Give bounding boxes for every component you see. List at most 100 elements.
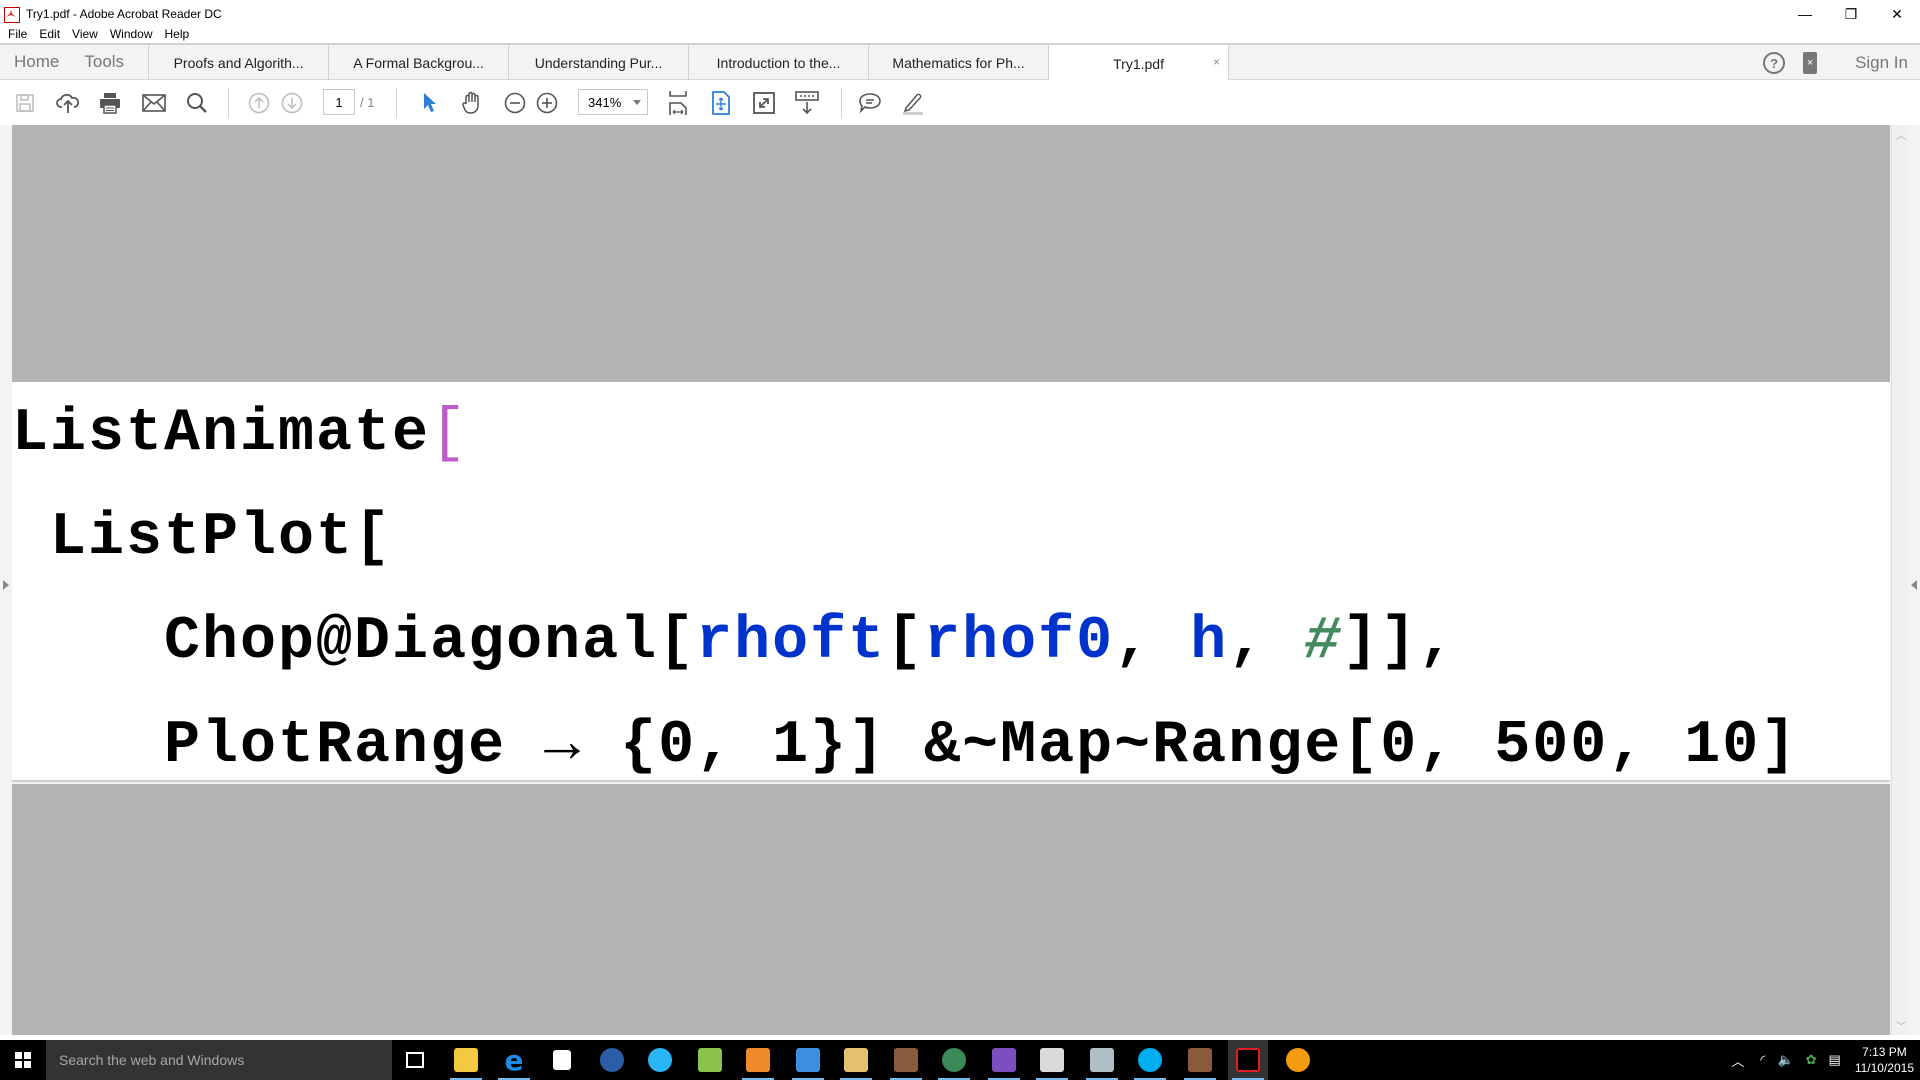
minimize-button[interactable]: — <box>1782 0 1828 28</box>
zoom-in-icon[interactable] <box>534 80 560 125</box>
scroll-mode-icon[interactable] <box>794 80 820 125</box>
tab-mathematics[interactable]: Mathematics for Ph... <box>869 45 1050 81</box>
acrobat-app-icon <box>4 7 20 23</box>
tab-label: Try1.pdf <box>1113 55 1164 72</box>
code-token: rhof0 <box>924 608 1115 676</box>
page-margin-bottom <box>12 784 1890 1035</box>
restore-button[interactable]: ❐ <box>1828 0 1874 28</box>
code-line-4: PlotRange → {0, 1}] &~Map~Range[0, 500, … <box>12 712 1798 780</box>
scroll-up-icon[interactable]: ︿ <box>1896 127 1906 142</box>
search-icon[interactable] <box>183 80 211 125</box>
control-panel-icon[interactable] <box>788 1040 828 1080</box>
code-token: ]], <box>1342 608 1457 676</box>
comment-icon[interactable] <box>857 80 883 125</box>
print-icon[interactable] <box>96 80 124 125</box>
page-number-input[interactable]: 1 <box>323 89 355 115</box>
tab-proofs-and-algorithms[interactable]: Proofs and Algorith... <box>149 45 330 81</box>
wifi-icon[interactable]: ◜ <box>1760 1052 1765 1068</box>
full-screen-icon[interactable] <box>751 80 777 125</box>
scroll-down-icon[interactable]: ﹀ <box>1896 1018 1906 1033</box>
left-panel-expand-icon[interactable] <box>3 580 9 590</box>
code-token: PlotRange → {0, 1}] &~Map~Range[0, 500, … <box>12 712 1799 780</box>
game-icon[interactable] <box>886 1040 926 1080</box>
hand-tool-icon[interactable] <box>459 80 485 125</box>
save-icon[interactable] <box>12 80 38 125</box>
mail-folder-icon[interactable] <box>836 1040 876 1080</box>
hp-icon[interactable] <box>592 1040 632 1080</box>
close-window-button[interactable]: ✕ <box>1874 0 1920 28</box>
tab-understanding[interactable]: Understanding Pur... <box>509 45 690 81</box>
code-token: ListPlot[ <box>12 504 393 572</box>
upload-cloud-icon[interactable] <box>54 80 82 125</box>
toolbar-divider <box>228 88 229 118</box>
skype-icon[interactable] <box>1130 1040 1170 1080</box>
task-view-icon[interactable] <box>406 1052 424 1068</box>
document-tabs: Proofs and Algorith... A Formal Backgrou… <box>148 45 1230 82</box>
notepad-plus-icon[interactable] <box>984 1040 1024 1080</box>
help-icon[interactable]: ? <box>1763 52 1786 74</box>
email-icon[interactable] <box>140 80 168 125</box>
blue-orb-app-icon[interactable] <box>640 1040 680 1080</box>
code-token: , <box>1114 608 1191 676</box>
nav-tools[interactable]: Tools <box>59 45 124 79</box>
zoom-level-dropdown[interactable]: 341% <box>578 89 648 115</box>
document-viewport[interactable]: ListAnimate[ ListPlot[ Chop@Diagonal[rho… <box>0 125 1920 1035</box>
paint-tool-icon[interactable] <box>1032 1040 1072 1080</box>
fit-width-icon[interactable] <box>666 80 690 125</box>
code-line-2: ListPlot[ <box>12 504 392 572</box>
page-total: / 1 <box>360 95 375 110</box>
nav-home[interactable]: Home <box>0 45 59 79</box>
acrobat-reader-icon[interactable] <box>1228 1040 1268 1080</box>
code-token: rhoft <box>696 608 887 676</box>
right-panel-expand-icon[interactable] <box>1911 580 1917 590</box>
game-2-icon[interactable] <box>1180 1040 1220 1080</box>
next-page-icon[interactable] <box>280 80 304 125</box>
title-bar: Try1.pdf - Adobe Acrobat Reader DC — ❐ ✕ <box>0 0 1920 28</box>
sign-in-button[interactable]: Sign In <box>1855 53 1908 73</box>
start-button[interactable] <box>0 1040 46 1080</box>
tab-bar: Home Tools Proofs and Algorith... A Form… <box>0 43 1920 82</box>
action-center-icon[interactable]: ▤ <box>1829 1052 1841 1068</box>
tab-introduction[interactable]: Introduction to the... <box>689 45 870 81</box>
media-player-icon[interactable] <box>738 1040 778 1080</box>
vertical-scrollbar[interactable]: ︿ ﹀ <box>1891 125 1908 1035</box>
greenfoot-icon[interactable] <box>934 1040 974 1080</box>
highlight-icon[interactable] <box>900 80 926 125</box>
select-cursor-icon[interactable] <box>418 80 442 125</box>
taskbar-search[interactable]: Search the web and Windows <box>46 1040 392 1080</box>
fit-page-icon[interactable] <box>709 80 733 125</box>
file-explorer-icon[interactable] <box>446 1040 486 1080</box>
windows-logo-icon <box>15 1052 31 1068</box>
menu-view[interactable]: View <box>72 27 98 41</box>
tab-formal-background[interactable]: A Formal Backgrou... <box>329 45 510 81</box>
zoom-out-icon[interactable] <box>502 80 528 125</box>
menu-bar: File Edit View Window Help <box>0 24 201 44</box>
mobile-link-icon[interactable]: × <box>1803 52 1818 74</box>
clock-time: 7:13 PM <box>1862 1045 1907 1059</box>
chevron-up-icon[interactable]: ︿ <box>1731 1051 1744 1070</box>
chevron-down-icon <box>633 100 641 105</box>
clock-date: 11/10/2015 <box>1854 1061 1914 1075</box>
menu-edit[interactable]: Edit <box>39 27 60 41</box>
volume-icon[interactable]: 🔈 <box>1777 1052 1793 1068</box>
dropbox-icon[interactable]: ✿ <box>1806 1052 1817 1068</box>
close-tab-icon[interactable]: × <box>1213 55 1220 69</box>
window-title: Try1.pdf - Adobe Acrobat Reader DC <box>26 7 222 21</box>
code-token: h <box>1190 608 1229 676</box>
menu-window[interactable]: Window <box>110 27 153 41</box>
app-green-icon[interactable] <box>690 1040 730 1080</box>
code-token: # <box>1304 608 1343 676</box>
tab-try1-pdf[interactable]: Try1.pdf × <box>1049 45 1230 82</box>
prev-page-icon[interactable] <box>247 80 271 125</box>
edge-icon[interactable]: e <box>494 1040 534 1080</box>
code-line-3: Chop@Diagonal[rhoft[rhof0, h, #]], <box>12 608 1456 676</box>
window-controls: — ❐ ✕ <box>1782 0 1920 28</box>
monitor-icon[interactable] <box>1082 1040 1122 1080</box>
toolbar <box>0 80 1920 198</box>
menu-help[interactable]: Help <box>165 27 190 41</box>
sun-app-icon[interactable] <box>1278 1040 1318 1080</box>
menu-file[interactable]: File <box>8 27 27 41</box>
code-token: [ <box>430 400 469 468</box>
store-icon[interactable] <box>542 1040 582 1080</box>
clock[interactable]: 7:13 PM 11/10/2015 <box>1855 1044 1914 1076</box>
